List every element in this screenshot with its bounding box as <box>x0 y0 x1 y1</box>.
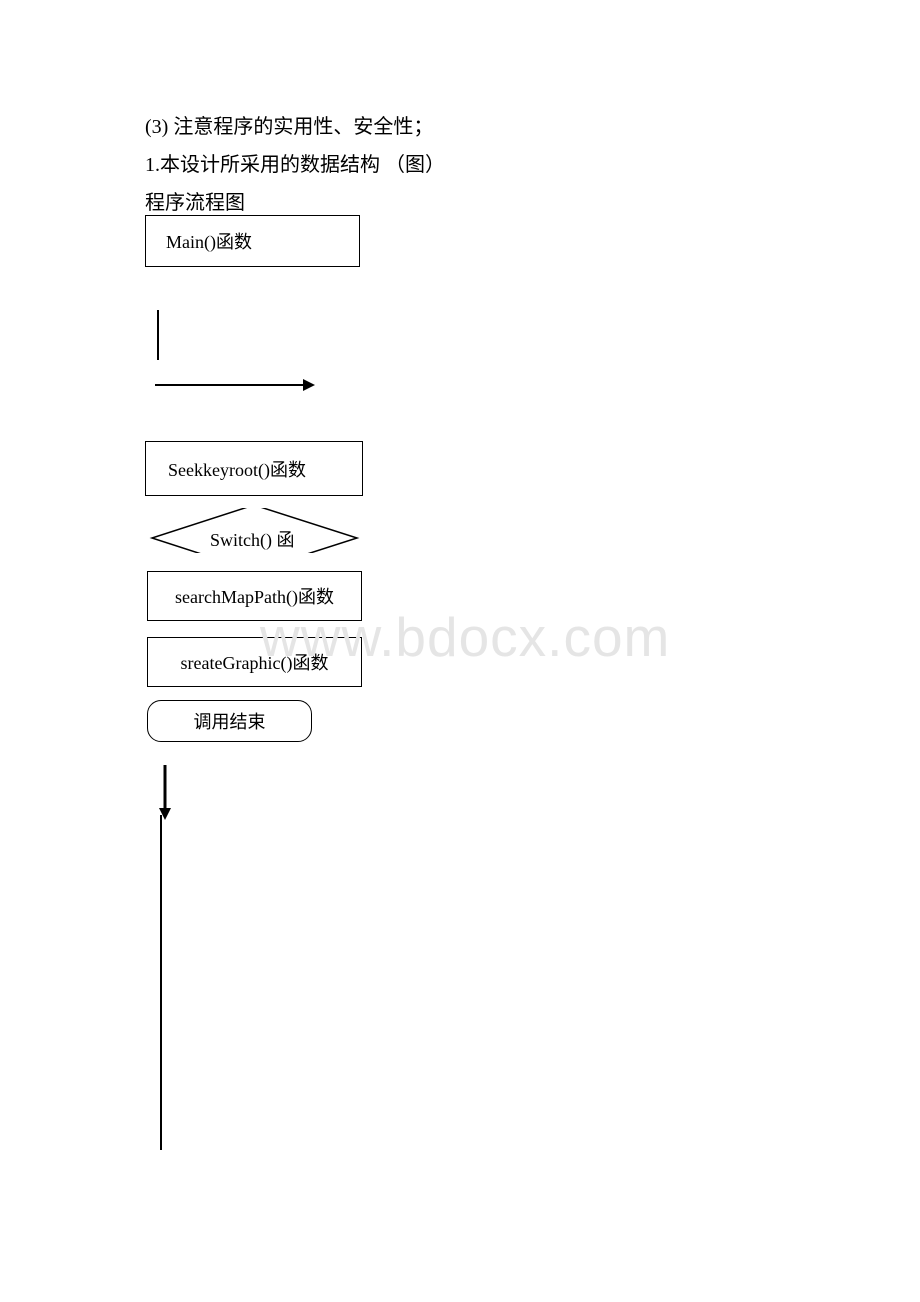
node-label: Main()函数 <box>166 228 252 254</box>
switch-label-partial: Switch() 函 <box>210 526 295 552</box>
node-label: 调用结束 <box>194 708 266 734</box>
vertical-connector-1 <box>157 310 159 360</box>
arrow-right-icon <box>155 378 315 392</box>
flowchart-node-searchmappath: searchMapPath()函数 <box>147 571 362 621</box>
node-label: sreateGraphic()函数 <box>181 649 329 675</box>
flowchart-node-creategraphic: sreateGraphic()函数 <box>147 637 362 687</box>
arrow-down-icon <box>158 765 172 820</box>
text-line-heading-1: 1.本设计所采用的数据结构 （图） <box>145 146 445 184</box>
flowchart-node-main: Main()函数 <box>145 215 360 267</box>
text-line-3: (3) 注意程序的实用性、安全性； <box>145 108 445 146</box>
document-text-block: (3) 注意程序的实用性、安全性； 1.本设计所采用的数据结构 （图） 程序流程… <box>145 108 445 222</box>
flowchart-node-seekkeyroot: Seekkeyroot()函数 <box>145 441 363 496</box>
vertical-connector-long <box>160 815 162 1150</box>
node-label: searchMapPath()函数 <box>175 583 334 609</box>
flowchart-node-end-terminator: 调用结束 <box>147 700 312 742</box>
node-label: Seekkeyroot()函数 <box>168 456 306 482</box>
